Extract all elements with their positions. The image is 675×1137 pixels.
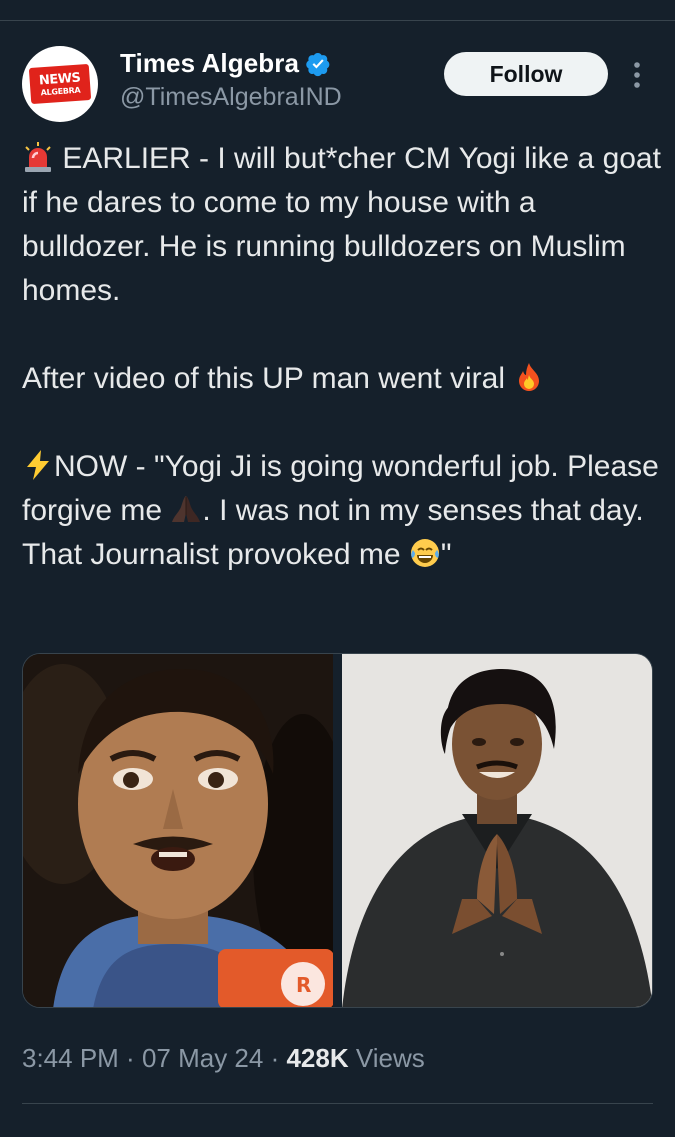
tweet-paragraph-1: EARLIER - I will but*cher CM Yogi like a… [22,137,662,313]
views-label: Views [348,1043,425,1073]
media-grid: R [22,653,653,1008]
meta-separator: · [118,1043,142,1073]
avatar[interactable]: NEWS ALGEBRA [22,46,98,122]
more-options-icon[interactable] [632,60,642,90]
display-name[interactable]: Times Algebra [120,48,299,79]
tweet-date[interactable]: 07 May 24 [142,1043,263,1073]
news-logo-icon: NEWS ALGEBRA [28,63,92,105]
photo-man-apologizing-image [341,654,652,1007]
author-block: Times Algebra @TimesAlgebraIND [120,48,342,112]
fire-emoji [519,363,540,391]
user-handle[interactable]: @TimesAlgebraIND [120,83,342,112]
tweet-text: EARLIER - I will but*cher CM Yogi like a… [22,137,662,577]
tweet-line-earlier: EARLIER - I will but*cher CM Yogi like a… [22,142,661,307]
top-divider [0,20,675,21]
views-count[interactable]: 428K [286,1043,348,1073]
lightning-emoji [27,450,49,480]
folded-hands-emoji [172,496,201,522]
siren-emoji [25,142,51,172]
laughing-emoji [410,539,439,567]
tweet-line-viral: After video of this UP man went viral [22,362,505,395]
tweet-paragraph-3: NOW - "Yogi Ji is going wonderful job. P… [22,445,662,577]
photo-man-apologizing[interactable] [341,654,652,1007]
svg-text:R: R [296,973,311,997]
avatar-logo-line2: ALGEBRA [40,85,81,97]
bottom-divider [22,1103,653,1104]
photo-man-angry-image: R [23,654,334,1007]
tweet-meta: 3:44 PM · 07 May 24 · 428K Views [22,1043,425,1074]
photo-man-angry[interactable]: R [23,654,334,1007]
verified-badge-icon [306,52,330,76]
follow-button[interactable]: Follow [444,52,608,96]
tweet-time[interactable]: 3:44 PM [22,1043,119,1073]
tweet-header: NEWS ALGEBRA Times Algebra @TimesAlgebra… [22,42,657,122]
meta-separator: · [263,1043,287,1073]
tweet-line-close-quote: " [440,538,452,571]
tweet-paragraph-2: After video of this UP man went viral [22,357,662,401]
